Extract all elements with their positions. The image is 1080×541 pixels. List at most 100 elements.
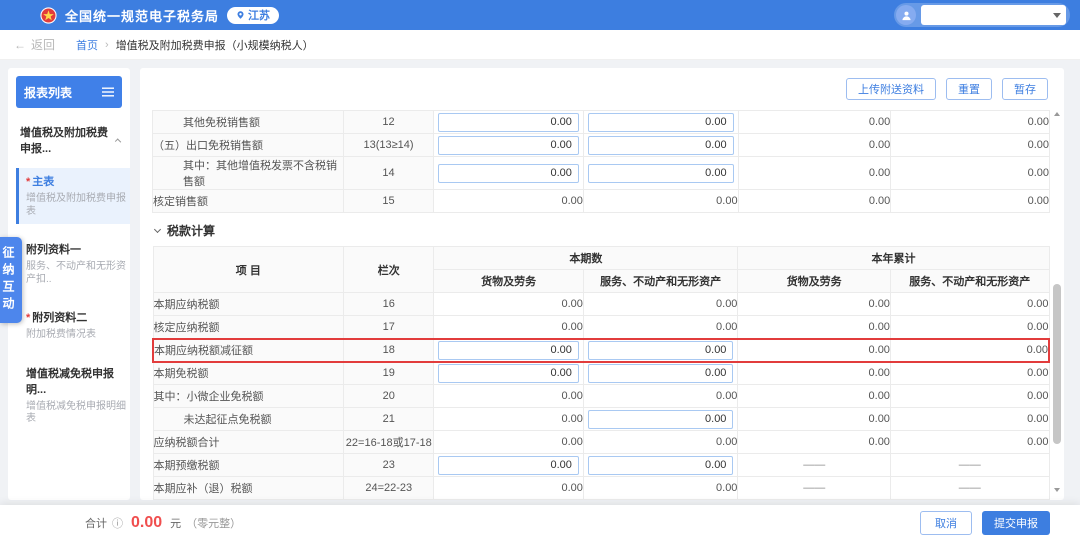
- amount-input[interactable]: [587, 163, 734, 183]
- submit-declaration-button[interactable]: 提交申报: [982, 511, 1050, 535]
- tax-bureau-emblem-icon: [40, 6, 57, 24]
- cancel-button[interactable]: 取消: [920, 511, 972, 535]
- amount-text: 0.00: [582, 476, 739, 500]
- amount-text: 0.00: [582, 292, 739, 316]
- amount-text: 0.00: [737, 361, 891, 385]
- amount-input[interactable]: [587, 409, 734, 429]
- save-draft-button[interactable]: 暂存: [1002, 78, 1048, 100]
- declaration-form-area: 上传附送资料 重置 暂存 其他免税销售额120.000.00（五）出口免税销售额…: [140, 68, 1064, 500]
- amount-input[interactable]: [587, 135, 734, 155]
- amount-text: 0.00: [737, 430, 891, 454]
- amount-text: 0.00: [737, 156, 892, 190]
- row-lane: 14: [342, 156, 435, 190]
- chevron-down-icon[interactable]: [1053, 12, 1061, 18]
- sidebar-item-2[interactable]: 附列资料一 服务、不动产和无形资产扣..: [16, 236, 130, 292]
- amount-text: 0.00: [433, 476, 584, 500]
- account-selector[interactable]: [894, 3, 1070, 27]
- region-badge[interactable]: 江苏: [227, 6, 280, 24]
- amount-text: 0.00: [582, 430, 739, 454]
- table-row-14: 其中：其他增值税发票不含税销售额 14 0.00 0.00: [152, 156, 1050, 190]
- amount-input[interactable]: [587, 112, 734, 132]
- chevron-down-icon: [153, 225, 162, 233]
- table-row-16: 本期应纳税额 16 0.00 0.00 0.00 0.00: [152, 292, 1050, 316]
- account-input[interactable]: [921, 6, 1053, 24]
- total-unit: 元: [170, 518, 182, 530]
- sidebar-group-toggle[interactable]: 增值税及附加税费申报...: [20, 124, 122, 156]
- breadcrumb-home[interactable]: 首页: [76, 37, 98, 53]
- total-in-words: （零元整）: [186, 518, 242, 530]
- tax-calculation-table: 项 目 栏次 本期数 本年累计 货物及劳务 服务、不动产和无形资产 货物及劳务 …: [152, 246, 1050, 500]
- amount-input[interactable]: [438, 163, 579, 183]
- section-tax-calculation[interactable]: 税款计算: [152, 213, 1050, 246]
- sidebar-header[interactable]: 报表列表: [16, 76, 122, 108]
- amount-input[interactable]: [438, 340, 579, 360]
- amount-text: 0.00: [889, 430, 1050, 454]
- row-lane: 16: [343, 292, 435, 316]
- scroll-up-icon[interactable]: [1054, 112, 1060, 116]
- row-lane: 18: [343, 337, 435, 363]
- footer-actions: 取消 提交申报: [920, 511, 1050, 535]
- sidebar-item-4[interactable]: 增值税减免税申报明... 增值税减免税申报明细表: [16, 360, 130, 432]
- table-row-22=16-18或17-18: 应纳税额合计 22=16-18或17-18 0.00 0.00 0.00 0.00: [152, 430, 1050, 454]
- row-label: 本期应纳税额: [152, 292, 345, 316]
- amount-input[interactable]: [438, 112, 579, 132]
- sidebar-item-subtitle: 增值税及附加税费申报表: [26, 193, 126, 217]
- page-body: 报表列表 增值税及附加税费申报... * 主表 增值税及附加税费申报表 附列资料一 服务…: [0, 60, 1080, 500]
- col-header-goods-ytd: 货物及劳务: [737, 269, 891, 293]
- back-arrow-icon: ←: [14, 37, 26, 52]
- row-lane: 23: [343, 453, 435, 477]
- amount-input[interactable]: [438, 135, 579, 155]
- row-label: 其他免税销售额: [152, 110, 344, 134]
- row-label: 本期预缴税额: [152, 453, 345, 477]
- row-lane: 24=22-23: [343, 476, 435, 500]
- row-label: （五）出口免税销售额: [152, 133, 344, 157]
- back-button[interactable]: ← 返回: [14, 36, 55, 53]
- table-row-19: 本期免税额 19 0.00 0.00: [152, 361, 1050, 385]
- amount-text: 0.00: [582, 384, 739, 408]
- amount-input[interactable]: [438, 455, 579, 475]
- amount-input[interactable]: [587, 363, 734, 383]
- brand: 全国统一规范电子税务局 江苏: [40, 6, 280, 25]
- collapse-list-icon[interactable]: [102, 87, 114, 97]
- amount-input[interactable]: [587, 455, 734, 475]
- amount-input[interactable]: [438, 363, 579, 383]
- amount-text: 0.00: [433, 189, 584, 213]
- sales-table: 其他免税销售额120.000.00（五）出口免税销售额13(13≥14)0.00…: [152, 110, 1050, 213]
- amount-text: 0.00: [890, 189, 1050, 213]
- empty-value: ——: [889, 476, 1050, 500]
- amount-text: 0.00: [737, 292, 891, 316]
- table-row-15: 核定销售额 15 0.00 0.00 0.00 0.00: [152, 189, 1050, 213]
- upload-attachments-button[interactable]: 上传附送资料: [846, 78, 936, 100]
- col-header-services-ytd: 服务、不动产和无形资产: [889, 269, 1050, 293]
- row-label: 应纳税额合计: [152, 430, 345, 454]
- amount-text: 0.00: [433, 430, 584, 454]
- sidebar-item-1[interactable]: * 主表 增值税及附加税费申报表: [16, 168, 130, 224]
- col-group-current-period: 本期数: [433, 246, 739, 270]
- row-lane: 22=16-18或17-18: [343, 430, 435, 454]
- scrollbar-thumb[interactable]: [1053, 284, 1061, 444]
- amount-input[interactable]: [587, 340, 734, 360]
- amount-text: 0.00: [737, 315, 891, 339]
- tax-interaction-tab[interactable]: 征纳互动: [0, 237, 22, 323]
- back-label: 返回: [31, 38, 56, 52]
- reset-button[interactable]: 重置: [946, 78, 992, 100]
- table-row-23: 本期预缴税额23 ————: [152, 453, 1050, 477]
- amount-text: 0.00: [737, 384, 891, 408]
- breadcrumb-current: 增值税及附加税费申报（小规模纳税人）: [115, 39, 314, 52]
- amount-text: 0.00: [889, 361, 1050, 385]
- col-header-goods: 货物及劳务: [433, 269, 584, 293]
- scroll-down-icon[interactable]: [1054, 488, 1060, 492]
- vertical-scrollbar[interactable]: [1052, 112, 1062, 492]
- amount-text: 0.00: [889, 292, 1050, 316]
- table-row-24=22-23: 本期应补（退）税额 24=22-23 0.00 0.00 —— ——: [152, 476, 1050, 500]
- sidebar-item-subtitle: 服务、不动产和无形资产扣..: [26, 261, 126, 285]
- sidebar-item-3[interactable]: * 附列资料二 附加税费情况表: [16, 304, 130, 348]
- table-row-17: 核定应纳税额 17 0.00 0.00 0.00 0.00: [152, 315, 1050, 339]
- sidebar-item-subtitle: 附加税费情况表: [26, 329, 96, 340]
- user-icon: [896, 5, 916, 25]
- col-header-services: 服务、不动产和无形资产: [582, 269, 739, 293]
- info-icon[interactable]: ⓘ: [112, 515, 123, 531]
- row-label: 本期应纳税额减征额: [152, 337, 345, 363]
- row-label: 其中：其他增值税发票不含税销售额: [152, 156, 344, 190]
- col-header-item: 项 目: [152, 246, 345, 293]
